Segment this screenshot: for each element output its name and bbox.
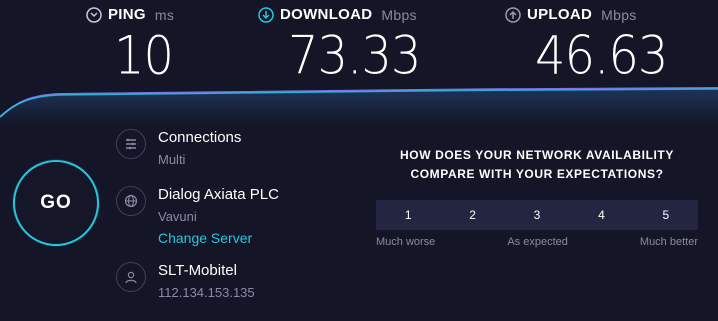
rating-option-1[interactable]: 1: [376, 200, 440, 230]
scale-mid-label: As expected: [507, 236, 568, 248]
download-unit: Mbps: [381, 6, 417, 23]
ping-unit: ms: [154, 6, 175, 23]
connections-title: Connections: [158, 129, 242, 146]
scale-low-label: Much worse: [376, 236, 436, 248]
go-button[interactable]: GO: [13, 160, 99, 246]
download-metric: DOWNLOAD Mbps 73.33: [258, 6, 421, 87]
isp-row: SLT-Mobitel 112.134.153.135: [116, 262, 255, 303]
download-label: DOWNLOAD: [280, 6, 373, 23]
server-location: Vavuni: [158, 209, 197, 224]
network-survey: HOW DOES YOUR NETWORK AVAILABILITY COMPA…: [376, 146, 698, 248]
survey-question: HOW DOES YOUR NETWORK AVAILABILITY COMPA…: [376, 146, 698, 184]
download-icon: [258, 6, 274, 23]
user-icon: [116, 262, 146, 292]
upload-unit: Mbps: [601, 6, 637, 23]
survey-question-line2: COMPARE WITH YOUR EXPECTATIONS?: [410, 167, 664, 181]
scale-high-label: Much better: [639, 236, 698, 248]
upload-icon: [505, 6, 521, 23]
upload-label: UPLOAD: [527, 6, 593, 23]
rating-option-4[interactable]: 4: [569, 200, 633, 230]
isp-ip: 112.134.153.135: [158, 285, 255, 300]
rating-option-2[interactable]: 2: [440, 200, 504, 230]
rating-option-3[interactable]: 3: [505, 200, 569, 230]
connections-icon: [116, 129, 146, 159]
ping-icon: [86, 6, 102, 23]
change-server-link[interactable]: Change Server: [158, 229, 279, 247]
ping-label: PING: [108, 6, 146, 23]
speed-graph: [0, 87, 718, 125]
server-name: Dialog Axiata PLC: [158, 186, 279, 203]
upload-metric: UPLOAD Mbps 46.63: [505, 6, 668, 87]
connections-value: Multi: [158, 152, 186, 167]
survey-question-line1: HOW DOES YOUR NETWORK AVAILABILITY: [400, 148, 674, 162]
rating-option-5[interactable]: 5: [634, 200, 698, 230]
rating-bar: 1 2 3 4 5: [376, 200, 698, 230]
server-row: Dialog Axiata PLC Vavuni Change Server: [116, 186, 279, 247]
connections-row[interactable]: Connections Multi: [116, 129, 241, 170]
globe-icon: [116, 186, 146, 216]
rating-scale: Much worse As expected Much better: [376, 236, 698, 248]
ping-metric: PING ms 10: [86, 6, 175, 87]
isp-name: SLT-Mobitel: [158, 262, 237, 279]
